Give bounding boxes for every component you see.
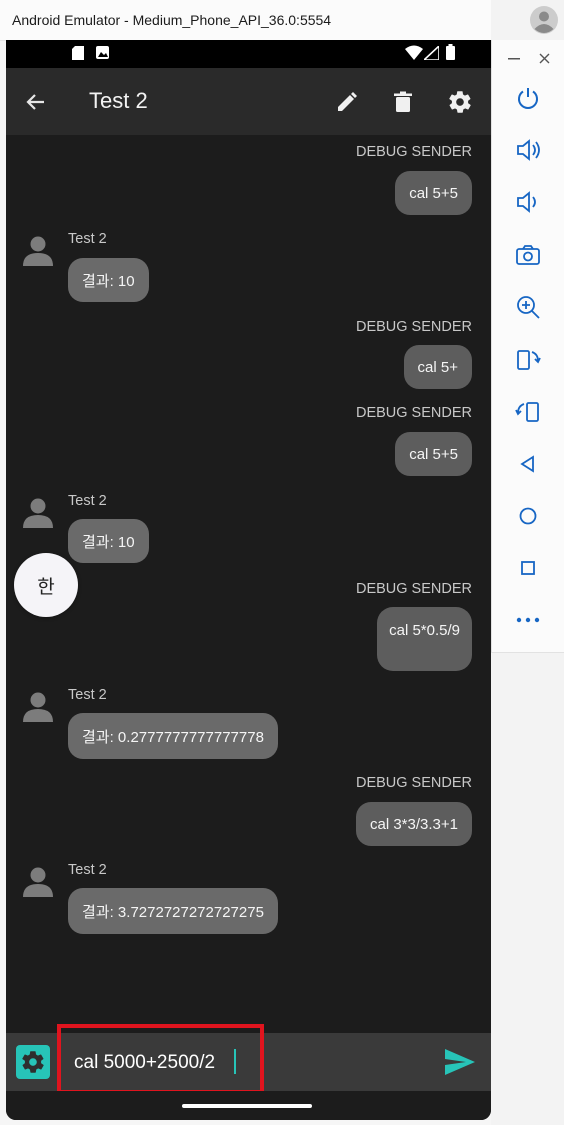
message-sender: Test 2 (68, 493, 107, 509)
trash-icon (394, 91, 412, 112)
window-title: Android Emulator - Medium_Phone_API_36.0… (12, 12, 332, 28)
message-bubble[interactable]: cal 5*0.5/9 (377, 607, 472, 671)
send-icon (445, 1049, 475, 1075)
volume-up-button[interactable] (508, 132, 548, 168)
zoom-button[interactable] (508, 289, 548, 325)
person-icon (23, 692, 53, 722)
more-button[interactable] (508, 602, 548, 638)
overview-nav-button[interactable] (508, 550, 548, 586)
person-icon (23, 236, 53, 266)
pencil-icon (338, 92, 357, 111)
message-sender: DEBUG SENDER (355, 319, 472, 335)
message-sender: Test 2 (68, 862, 107, 878)
back-nav-button[interactable] (508, 446, 548, 482)
person-icon (23, 498, 53, 528)
close-icon[interactable] (539, 53, 550, 64)
edit-button[interactable] (331, 86, 363, 118)
minimize-icon[interactable] (508, 58, 520, 60)
delete-button[interactable] (387, 86, 419, 118)
back-button[interactable] (20, 86, 52, 118)
message-bubble[interactable]: cal 5+ (403, 345, 472, 389)
gear-icon (22, 1051, 44, 1073)
triangle-back-icon (520, 455, 534, 473)
power-button[interactable] (508, 80, 548, 116)
input-settings-button[interactable] (16, 1045, 50, 1079)
rotate-left-button[interactable] (508, 342, 548, 378)
message-bubble[interactable]: cal 5+5 (395, 171, 472, 215)
chat-title: Test 2 (89, 88, 148, 113)
status-time: 12:13 (22, 44, 60, 61)
camera-icon (516, 245, 540, 265)
message-bubble[interactable]: cal 5+5 (395, 432, 472, 476)
home-handle[interactable] (182, 1104, 312, 1108)
message-sender: DEBUG SENDER (355, 405, 472, 421)
square-overview-icon (521, 561, 535, 575)
rotate-left-icon (517, 350, 541, 370)
message-bubble[interactable]: 결과: 10 (68, 258, 149, 302)
message-bubble[interactable]: 결과: 3.7272727272727275 (68, 888, 278, 934)
message-sender: Test 2 (68, 687, 107, 703)
volume-up-icon (517, 139, 540, 161)
settings-button[interactable] (444, 86, 476, 118)
circle-home-icon (519, 507, 537, 525)
volume-down-icon (517, 191, 536, 213)
cell-signal-icon (424, 46, 439, 60)
screenshot-button[interactable] (508, 237, 548, 273)
ime-language-toggle[interactable]: 한 (14, 553, 78, 617)
zoom-in-icon (517, 296, 540, 319)
back-arrow-icon (26, 94, 44, 110)
input-highlight-box (57, 1024, 264, 1094)
message-sender: DEBUG SENDER (355, 144, 472, 160)
person-icon (23, 867, 53, 897)
more-dots-icon (516, 617, 540, 623)
message-bubble[interactable]: 결과: 10 (68, 519, 149, 563)
power-icon (518, 88, 538, 109)
message-bubble[interactable]: cal 3*3/3.3+1 (356, 802, 472, 846)
message-sender: DEBUG SENDER (355, 775, 472, 791)
rotate-right-icon (515, 402, 539, 422)
send-button[interactable] (442, 1045, 478, 1079)
image-notification-icon (96, 46, 109, 59)
home-nav-button[interactable] (508, 498, 548, 534)
wifi-icon (405, 45, 423, 60)
user-account-icon[interactable] (530, 6, 558, 34)
volume-down-button[interactable] (508, 184, 548, 220)
gear-icon (449, 91, 471, 113)
message-sender: Test 2 (68, 231, 107, 247)
message-bubble[interactable]: 결과: 0.2777777777777778 (68, 713, 278, 759)
sd-card-icon (72, 46, 84, 60)
battery-icon (446, 44, 455, 60)
message-sender: DEBUG SENDER (355, 581, 472, 597)
rotate-right-button[interactable] (508, 394, 548, 430)
